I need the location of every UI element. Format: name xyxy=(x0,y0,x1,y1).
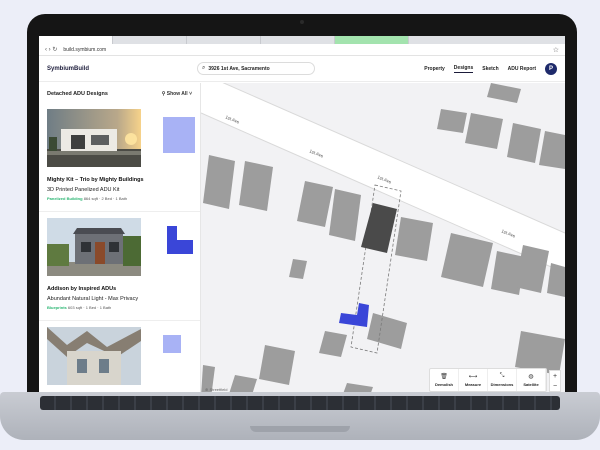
ruler-icon: ⟷ xyxy=(468,374,478,380)
design-card[interactable] xyxy=(39,321,200,396)
search-icon: ⌕ xyxy=(202,65,206,71)
keyboard xyxy=(40,396,560,410)
map-toolbar: 🗑 Demolish ⟷ Measure ⤡ Dimensions ◍ Sate… xyxy=(429,368,547,392)
url-field[interactable]: build.symbium.com xyxy=(63,47,546,53)
trash-icon: 🗑 xyxy=(440,374,448,380)
satellite-button[interactable]: ◍ Satellite xyxy=(517,369,546,391)
app-logo[interactable]: SymbiumBuild xyxy=(47,66,197,72)
sidebar-title: Detached ADU Designs xyxy=(47,91,108,97)
chevron-down-icon: ˅ xyxy=(187,91,192,97)
measure-button[interactable]: ⟷ Measure xyxy=(459,369,488,391)
design-meta: Panelized Building 864 sqft · 2 Bed · 1 … xyxy=(47,196,192,201)
app-header: SymbiumBuild ⌕ 3926 1st Ave, Sacramento … xyxy=(39,56,565,82)
sidebar-header: Detached ADU Designs ⚲ Show All ˅ xyxy=(39,83,200,103)
user-avatar[interactable]: P xyxy=(545,62,557,75)
demolish-button[interactable]: 🗑 Demolish xyxy=(430,369,459,391)
design-name: Mighty Kit – Trio by Mighty Buildings xyxy=(47,177,144,183)
designs-sidebar: Detached ADU Designs ⚲ Show All ˅ Mighty… xyxy=(39,83,201,398)
dimensions-button[interactable]: ⤡ Dimensions xyxy=(488,369,517,391)
show-all-label: Show All xyxy=(166,91,188,97)
design-photo xyxy=(47,327,141,385)
tool-label: Dimensions xyxy=(490,382,514,387)
address-search-input[interactable]: ⌕ 3926 1st Ave, Sacramento xyxy=(197,62,315,75)
browser-nav-icons[interactable]: ‹ › ↻ xyxy=(45,46,57,53)
design-photo xyxy=(47,109,141,167)
design-card[interactable]: Addison by Inspired ADUs Abundant Natura… xyxy=(39,212,200,321)
tool-label: Measure xyxy=(464,382,482,387)
design-tag: Blueprints xyxy=(47,305,67,310)
tool-label: Satellite xyxy=(523,382,539,387)
browser-tab[interactable] xyxy=(113,36,187,44)
browser-tab[interactable] xyxy=(335,36,409,44)
browser-tab[interactable] xyxy=(187,36,261,44)
design-specs: 603 sqft · 1 Bed · 1 Bath xyxy=(67,305,112,310)
screen: ‹ › ↻ build.symbium.com ☆ SymbiumBuild ⌕… xyxy=(39,36,565,398)
zoom-in-button[interactable]: + xyxy=(553,373,557,380)
design-meta: Blueprints 603 sqft · 1 Bed · 1 Bath xyxy=(47,305,192,310)
floor-plan-thumbnail xyxy=(163,117,195,153)
nav-sketch[interactable]: Sketch xyxy=(482,66,498,72)
floor-plan-thumbnail xyxy=(167,226,193,254)
laptop-lid: ‹ › ↻ build.symbium.com ☆ SymbiumBuild ⌕… xyxy=(27,14,577,400)
design-tag: Panelized Building xyxy=(47,196,83,201)
design-photo xyxy=(47,218,141,276)
map-canvas xyxy=(201,83,565,398)
lid-notch xyxy=(250,426,350,432)
design-subtitle: 3D Printed Panelized ADU Kit xyxy=(47,187,120,193)
site-map[interactable]: 1st Ave 1st Ave 1st Ave 1st Ave ⊕ Street… xyxy=(201,83,565,398)
design-card[interactable]: Mighty Kit – Trio by Mighty Buildings 3D… xyxy=(39,103,200,212)
zoom-out-button[interactable]: − xyxy=(553,383,557,390)
browser-tab[interactable] xyxy=(39,36,113,44)
url-bar: ‹ › ↻ build.symbium.com ☆ xyxy=(39,44,565,56)
nav-adu-report[interactable]: ADU Report xyxy=(508,66,536,72)
design-name: Addison by Inspired ADUs xyxy=(47,286,117,292)
design-subtitle: Abundant Natural Light - Max Privacy xyxy=(47,296,139,302)
floor-plan-thumbnail xyxy=(163,335,181,353)
nav-property[interactable]: Property xyxy=(424,66,445,72)
globe-icon: ◍ xyxy=(528,374,534,380)
browser-tab[interactable] xyxy=(261,36,335,44)
dimensions-icon: ⤡ xyxy=(499,373,505,379)
address-search-value: 3926 1st Ave, Sacramento xyxy=(208,65,270,72)
design-specs: 864 sqft · 2 Bed · 1 Bath xyxy=(83,196,128,201)
zoom-control: + − xyxy=(549,370,561,392)
show-all-dropdown[interactable]: ⚲ Show All ˅ xyxy=(162,91,192,97)
main-nav: Property Designs Sketch ADU Report P xyxy=(424,62,557,75)
nav-designs[interactable]: Designs xyxy=(453,65,474,73)
browser-tab-bar xyxy=(39,36,565,44)
camera xyxy=(300,20,304,24)
tool-label: Demolish xyxy=(434,382,453,387)
bookmark-star-icon[interactable]: ☆ xyxy=(553,46,559,54)
